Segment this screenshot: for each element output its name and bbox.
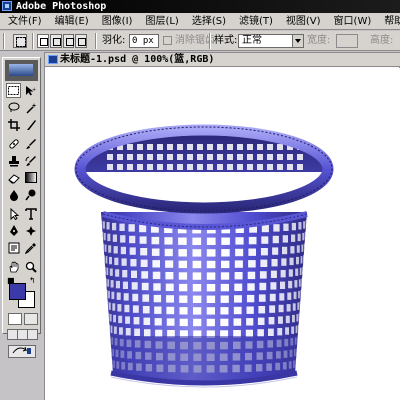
chevron-down-icon[interactable]: [292, 35, 303, 47]
dodge-icon[interactable]: [23, 187, 38, 202]
toolbox: + ■ ↰: [2, 57, 41, 358]
notes-icon[interactable]: [6, 240, 21, 255]
options-divider: [95, 33, 97, 49]
pen-icon[interactable]: [6, 223, 21, 238]
app-title: Adobe Photoshop: [16, 1, 107, 12]
shape-icon[interactable]: [23, 223, 38, 238]
width-label: 宽度:: [307, 35, 331, 46]
crop-icon[interactable]: [6, 117, 21, 132]
blur-icon[interactable]: [6, 187, 21, 202]
selection-mode-group: [37, 34, 87, 48]
height-label: 高度:: [370, 35, 394, 46]
menu-filter[interactable]: 滤镜(T): [230, 13, 277, 30]
options-divider: [209, 33, 211, 49]
document-title: 未标题-1.psd @ 100%(篮,RGB): [60, 54, 215, 65]
full-screen-icon[interactable]: [27, 329, 38, 340]
history-brush-icon[interactable]: [23, 153, 38, 168]
healing-brush-icon[interactable]: [6, 136, 21, 151]
photoshop-icon: [2, 1, 12, 11]
swap-colors-icon[interactable]: ↰: [29, 277, 36, 285]
move-icon[interactable]: +: [23, 83, 38, 98]
feather-label: 羽化:: [102, 35, 126, 46]
menu-layer[interactable]: 图层(L): [136, 13, 182, 30]
menu-help[interactable]: 帮助(H): [375, 13, 400, 30]
standard-mode-icon[interactable]: [8, 313, 22, 325]
options-grip: [3, 33, 5, 49]
marquee-tool-preset-icon[interactable]: [13, 34, 27, 48]
options-bar: 羽化: 0 px 消除锯齿 样式: 正常 宽度: 高度:: [0, 31, 400, 51]
menu-edit[interactable]: 编辑(E): [46, 13, 93, 30]
width-input[interactable]: [336, 34, 358, 48]
gradient-icon[interactable]: [23, 170, 38, 185]
menu-view[interactable]: 视图(V): [277, 13, 325, 30]
hand-icon[interactable]: [6, 259, 21, 274]
add-selection-icon[interactable]: [49, 34, 62, 48]
type-icon[interactable]: [23, 206, 38, 221]
path-select-icon[interactable]: [6, 206, 21, 221]
marquee-icon[interactable]: [6, 83, 21, 98]
menu-file[interactable]: 文件(F): [0, 13, 46, 30]
zoom-icon[interactable]: [23, 259, 38, 274]
menu-bar: 文件(F) 编辑(E) 图像(I) 图层(L) 选择(S) 滤镜(T) 视图(V…: [0, 13, 400, 30]
svg-text:+: +: [32, 87, 36, 93]
style-select[interactable]: 正常: [238, 34, 304, 48]
subtract-selection-icon[interactable]: [62, 34, 75, 48]
menu-window[interactable]: 窗口(W): [325, 13, 376, 30]
jump-to-imageready-icon[interactable]: [8, 345, 36, 358]
new-selection-icon[interactable]: [37, 34, 49, 48]
menu-image[interactable]: 图像(I): [93, 13, 137, 30]
eyedropper-icon[interactable]: [23, 240, 38, 255]
intersect-selection-icon[interactable]: [75, 34, 87, 48]
app-title-bar: Adobe Photoshop: [0, 0, 400, 13]
basket-image: [74, 124, 334, 388]
antialias-checkbox[interactable]: [163, 36, 172, 45]
feather-input[interactable]: 0 px: [129, 34, 159, 48]
eraser-icon[interactable]: [6, 170, 21, 185]
foreground-color-swatch[interactable]: [9, 283, 26, 300]
slice-icon[interactable]: [23, 117, 38, 132]
document-window: 未标题-1.psd @ 100%(篮,RGB): [44, 52, 400, 400]
style-label: 样式:: [214, 35, 238, 46]
document-canvas[interactable]: [45, 68, 400, 400]
clone-stamp-icon[interactable]: [6, 153, 21, 168]
document-icon: [48, 55, 58, 64]
magic-wand-icon[interactable]: [23, 100, 38, 115]
options-divider: [32, 33, 34, 49]
menu-select[interactable]: 选择(S): [183, 13, 230, 30]
document-title-bar[interactable]: 未标题-1.psd @ 100%(篮,RGB): [45, 53, 400, 67]
brush-icon[interactable]: [23, 136, 38, 151]
style-select-value: 正常: [242, 35, 262, 46]
lasso-icon[interactable]: [6, 100, 21, 115]
toolbox-header-logo: [5, 60, 38, 81]
quick-mask-mode-icon[interactable]: [24, 313, 38, 325]
